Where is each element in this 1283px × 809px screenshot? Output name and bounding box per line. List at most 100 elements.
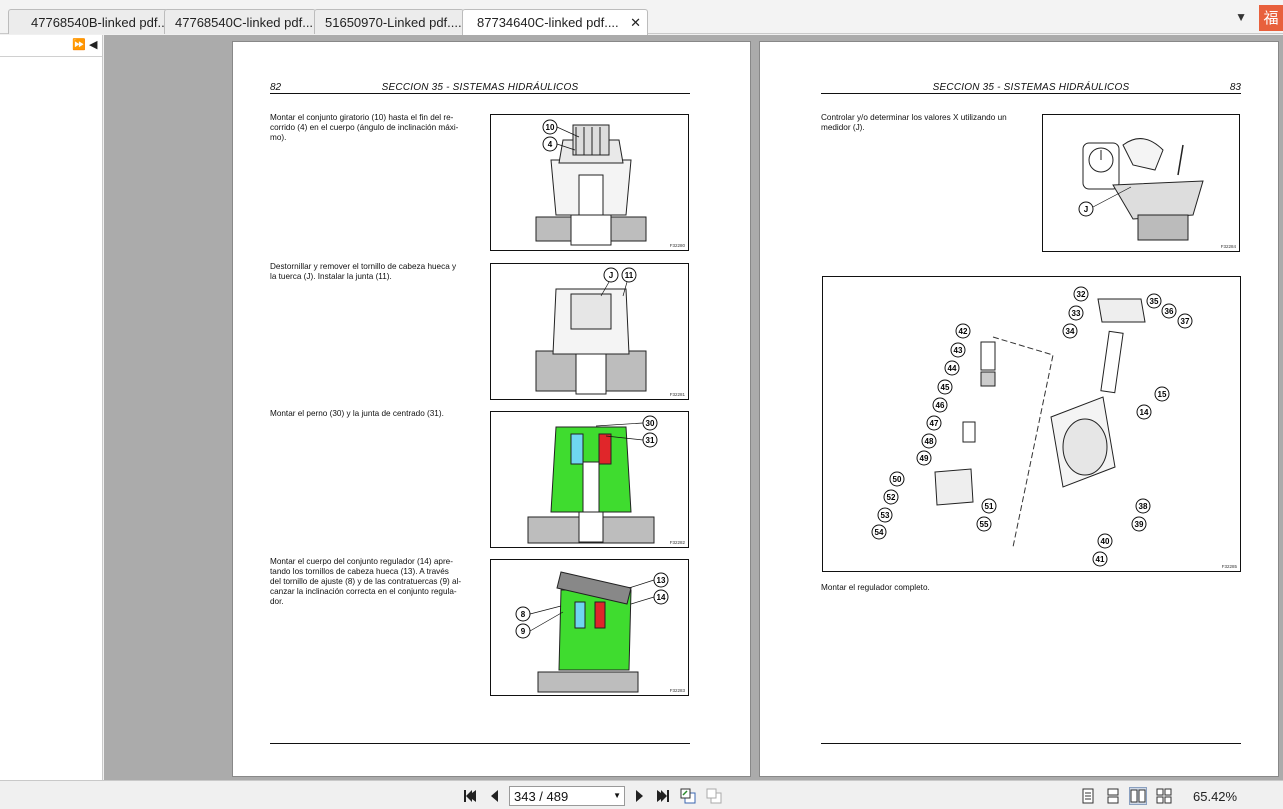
figure-pump-assembly-3: 30 31 F32282	[490, 411, 689, 548]
callout-label: 53	[881, 511, 890, 520]
tab-label: 51650970-Linked pdf....	[325, 15, 462, 30]
close-tab-icon[interactable]: ✕	[630, 15, 641, 31]
callout-label: 50	[893, 475, 902, 484]
callout-label: 15	[1158, 390, 1167, 399]
figure-code: F32280	[669, 243, 685, 248]
callout-label: 47	[930, 419, 939, 428]
tab-47768540C[interactable]: 47768540C-linked pdf....	[164, 9, 316, 34]
exploded-regulator-illustration: 32 33 34 35 36 37 42 43 44 45 46 47 48 49 15 14 50 51 52 53…	[871, 286, 1193, 567]
callout-label: 32	[1077, 290, 1086, 299]
callout-label: 13	[657, 576, 666, 585]
callout-label: 49	[920, 454, 929, 463]
instruction-paragraph: Controlar y/o determinar los valores X u…	[821, 113, 1007, 132]
callout-label: 41	[1096, 555, 1105, 564]
tab-87734640C[interactable]: 87734640C-linked pdf.... ✕	[462, 9, 648, 35]
callout-label: 31	[646, 436, 655, 445]
navigate-back-view-icon[interactable]	[680, 788, 696, 804]
instruction-paragraph: Montar el cuerpo del conjunto regulador …	[270, 557, 462, 606]
instruction-paragraph: Montar el conjunto giratorio (10) hasta …	[270, 113, 459, 142]
navigation-panel-header: ⏩ ◀	[0, 35, 102, 57]
callout-bubbles	[871, 286, 1193, 567]
chevron-down-icon[interactable]: ▼	[1235, 10, 1247, 24]
pdf-page-right: SECCION 35 - SISTEMAS HIDRÁULICOS 83 Con…	[759, 41, 1279, 777]
callout-label: 43	[954, 346, 963, 355]
callout-label: 14	[657, 593, 666, 602]
callout-label: 46	[936, 401, 945, 410]
callout-label: 33	[1072, 309, 1081, 318]
figure-pump-assembly-4: 13 14 8 9 F32283	[490, 559, 689, 696]
callout-label: 35	[1150, 297, 1159, 306]
expand-panel-icon[interactable]: ⏩	[72, 38, 86, 51]
figure-code: F32282	[669, 540, 685, 545]
callout-label: J	[609, 271, 613, 280]
callout-label: 55	[980, 520, 989, 529]
callout-label: 11	[625, 271, 634, 280]
page-number: 83	[1229, 82, 1241, 93]
callout-label: 37	[1181, 317, 1190, 326]
page-header-title: SECCION 35 - SISTEMAS HIDRÁULICOS	[381, 82, 579, 93]
figure-code: F32284	[1220, 244, 1236, 249]
callout-label: 36	[1165, 307, 1174, 316]
continuous-facing-view-icon[interactable]	[1156, 788, 1172, 804]
figure-code: F32285	[1221, 564, 1237, 569]
tab-51650970[interactable]: 51650970-Linked pdf....	[314, 9, 464, 34]
callout-label: 39	[1135, 520, 1144, 529]
page-header: 82 SECCION 35 - SISTEMAS HIDRÁULICOS	[270, 82, 690, 94]
tab-label: 47768540B-linked pdf....	[31, 15, 168, 30]
instruction-paragraph: Montar el perno (30) y la junta de centr…	[270, 409, 444, 418]
callout-label: 54	[875, 528, 884, 537]
callout-label: 38	[1139, 502, 1148, 511]
first-page-icon[interactable]	[462, 788, 478, 804]
callout-label: 14	[1140, 408, 1149, 417]
page-number-value: 343 / 489	[514, 789, 569, 804]
bottom-toolbar: 343 / 489 ▼ 65.42%	[0, 780, 1283, 809]
pump-section-colored-illustration: 30 31	[527, 415, 658, 544]
navigate-forward-view-icon[interactable]	[706, 788, 722, 804]
gauge-drawing-illustration: J	[1078, 138, 1204, 241]
callout-label: 51	[985, 502, 994, 511]
page-header-title: SECCION 35 - SISTEMAS HIDRÁULICOS	[932, 82, 1130, 93]
last-page-icon[interactable]	[655, 788, 671, 804]
instruction-paragraph: Montar el regulador completo.	[821, 583, 930, 592]
app-badge-icon[interactable]: 福	[1259, 5, 1283, 31]
callout-label: J	[1084, 205, 1088, 214]
figure-pump-assembly-2: J 11 F32281	[490, 263, 689, 400]
pdf-reader-window: 47768540B-linked pdf.... 47768540C-linke…	[0, 0, 1283, 809]
callout-label: 34	[1066, 327, 1075, 336]
callout-label: 52	[887, 493, 896, 502]
document-view[interactable]: 82 SECCION 35 - SISTEMAS HIDRÁULICOS Mon…	[104, 35, 1283, 780]
navigation-panel: ⏩ ◀	[0, 35, 103, 780]
callout-label: 30	[646, 419, 655, 428]
chevron-down-icon[interactable]: ▼	[613, 791, 621, 800]
pump-drawing-illustration: 10 4	[535, 119, 647, 246]
facing-pages-view-icon[interactable]	[1129, 787, 1147, 805]
single-page-view-icon[interactable]	[1080, 788, 1096, 804]
figure-exploded-regulator: 32 33 34 35 36 37 42 43 44 45 46 47 48 49 15 14 50 51 52 53…	[822, 276, 1241, 572]
pump-drawing-illustration: J 11	[535, 267, 647, 395]
next-page-icon[interactable]	[631, 788, 647, 804]
callout-label: 44	[948, 364, 957, 373]
callout-label: 10	[546, 123, 555, 132]
callout-label: 8	[521, 610, 526, 619]
callout-label: 42	[959, 327, 968, 336]
tab-47768540B[interactable]: 47768540B-linked pdf....	[8, 9, 168, 34]
continuous-view-icon[interactable]	[1105, 788, 1121, 804]
callout-label: 48	[925, 437, 934, 446]
collapse-panel-icon[interactable]: ◀	[89, 38, 97, 51]
instruction-paragraph: Destornillar y remover el tornillo de ca…	[270, 262, 457, 281]
zoom-level[interactable]: 65.42%	[1193, 789, 1237, 804]
figure-gauge-measurement: J F32284	[1042, 114, 1240, 252]
figure-code: F32281	[669, 392, 685, 397]
pump-section-colored-illustration: 13 14 8 9	[515, 571, 669, 693]
figure-pump-assembly-1: 10 4 F32280	[490, 114, 689, 251]
tab-label: 87734640C-linked pdf....	[477, 15, 619, 30]
page-header: SECCION 35 - SISTEMAS HIDRÁULICOS 83	[821, 82, 1241, 94]
previous-page-icon[interactable]	[487, 788, 503, 804]
page-number-input[interactable]: 343 / 489 ▼	[509, 786, 625, 806]
pdf-page-left: 82 SECCION 35 - SISTEMAS HIDRÁULICOS Mon…	[232, 41, 751, 777]
callout-label: 45	[941, 383, 950, 392]
callout-label: 4	[548, 140, 553, 149]
callout-label: 40	[1101, 537, 1110, 546]
tab-label: 47768540C-linked pdf....	[175, 15, 316, 30]
page-footer-rule	[821, 743, 1241, 744]
